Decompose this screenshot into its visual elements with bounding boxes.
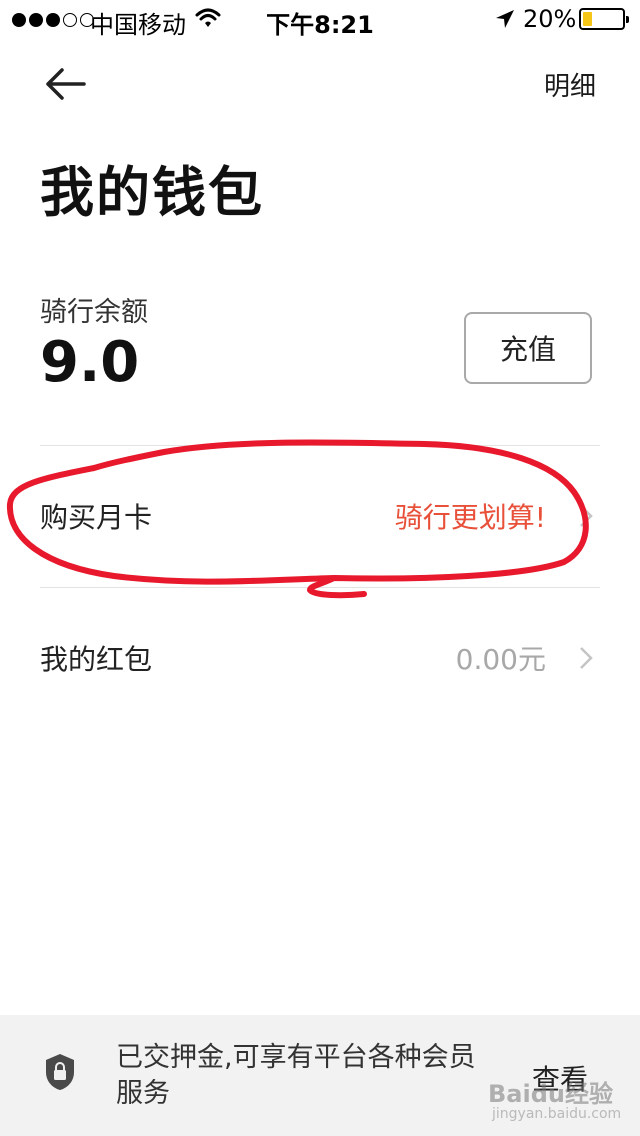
red-packet-amount: 0.00元 bbox=[455, 643, 546, 676]
balance-label: 骑行余额 bbox=[40, 297, 148, 328]
watermark-url: jingyan.baidu.com bbox=[492, 1106, 622, 1122]
battery-percent: 20% bbox=[523, 5, 577, 33]
divider bbox=[40, 587, 600, 588]
buy-monthly-card-row[interactable]: 购买月卡 骑行更划算! bbox=[40, 476, 600, 556]
promo-text: 骑行更划算! bbox=[394, 501, 546, 534]
chevron-right-icon bbox=[580, 647, 593, 669]
shield-lock-icon bbox=[46, 1054, 74, 1090]
status-bar: 中国移动 下午8:21 20% bbox=[0, 0, 640, 40]
balance-value: 9.0 bbox=[40, 330, 140, 395]
watermark-logo: Baidu经验 bbox=[488, 1080, 613, 1108]
red-packet-row[interactable]: 我的红包 0.00元 bbox=[40, 618, 600, 698]
deposit-notice: 已交押金,可享有平台各种会员服务 bbox=[116, 1042, 476, 1109]
location-arrow-icon bbox=[496, 10, 514, 28]
chevron-right-icon bbox=[580, 505, 593, 527]
divider bbox=[40, 445, 600, 446]
row-label: 我的红包 bbox=[40, 643, 153, 676]
row-label: 购买月卡 bbox=[40, 501, 153, 534]
recharge-button[interactable]: 充值 bbox=[464, 312, 592, 384]
page-title: 我的钱包 bbox=[40, 161, 264, 224]
detail-link[interactable]: 明细 bbox=[544, 66, 596, 103]
back-arrow-icon[interactable] bbox=[40, 64, 90, 104]
battery-icon bbox=[579, 8, 629, 30]
